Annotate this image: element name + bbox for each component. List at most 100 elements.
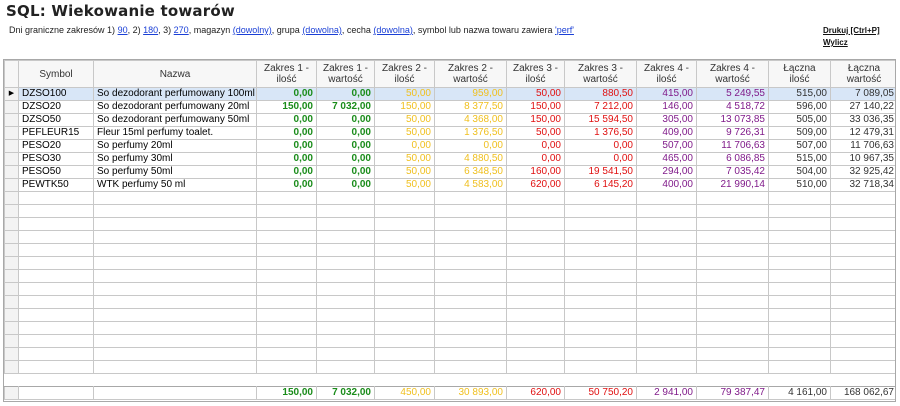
table-cell[interactable] [830,204,895,218]
table-cell[interactable] [830,321,895,335]
column-header[interactable]: Zakres 1 - ilość [256,60,317,88]
table-cell[interactable]: 4 368,00 [434,113,507,127]
table-cell[interactable]: 0,00 [256,178,317,192]
table-cell[interactable]: 0,00 [316,87,375,101]
table-cell[interactable] [93,256,257,270]
table-cell[interactable] [316,308,375,322]
table-cell[interactable]: So perfumy 50ml [93,165,257,179]
table-cell[interactable] [316,347,375,361]
table-cell[interactable] [256,295,317,309]
calculate-link[interactable]: Wylicz [823,37,880,49]
table-cell[interactable] [434,308,507,322]
table-cell[interactable] [564,282,637,296]
table-cell[interactable]: 0,00 [316,165,375,179]
table-cell[interactable] [316,321,375,335]
table-cell[interactable] [434,230,507,244]
table-cell[interactable]: 50,00 [506,87,565,101]
table-cell[interactable] [434,347,507,361]
table-cell[interactable] [18,308,94,322]
table-cell[interactable]: 13 073,85 [696,113,769,127]
table-cell[interactable] [256,308,317,322]
table-cell[interactable] [18,347,94,361]
table-cell[interactable] [768,191,831,205]
table-cell[interactable] [93,282,257,296]
row-selector[interactable] [4,165,19,179]
row-selector[interactable] [4,191,19,205]
table-row[interactable]: DZSO50 So dezodorant perfumowany 50ml 0,00… [4,113,895,127]
table-cell[interactable] [316,243,375,257]
table-cell[interactable] [636,256,697,270]
table-cell[interactable] [830,230,895,244]
data-grid[interactable]: Symbol Nazwa Zakres 1 - ilość Zakres 1 - wa… [3,59,896,402]
table-cell[interactable] [434,321,507,335]
print-link[interactable]: Drukuj [Ctrl+P] [823,25,880,37]
table-cell[interactable] [830,243,895,257]
table-cell[interactable] [93,230,257,244]
table-cell[interactable]: 150,00 [506,113,565,127]
table-cell[interactable]: 305,00 [636,113,697,127]
table-cell[interactable]: 0,00 [374,139,435,153]
table-cell[interactable] [256,282,317,296]
table-cell[interactable]: 11 706,63 [830,139,895,153]
table-cell[interactable]: 50,00 [374,152,435,166]
table-cell[interactable] [768,204,831,218]
table-cell[interactable]: PESO20 [18,139,94,153]
table-cell[interactable] [256,321,317,335]
table-cell[interactable] [374,360,435,374]
table-cell[interactable] [256,243,317,257]
table-row[interactable]: PEFLEUR15 Fleur 15ml perfumy toalet. 0,00 0… [4,126,895,140]
table-cell[interactable] [316,360,375,374]
table-cell[interactable]: 1 376,50 [434,126,507,140]
table-cell[interactable]: 880,50 [564,87,637,101]
column-header[interactable]: Zakres 4 - ilość [636,60,697,88]
table-cell[interactable] [636,243,697,257]
row-selector[interactable] [4,386,19,400]
table-cell[interactable] [18,360,94,374]
table-cell[interactable] [768,295,831,309]
table-row[interactable] [4,334,895,348]
table-row[interactable] [4,347,895,361]
table-cell[interactable] [696,191,769,205]
column-header[interactable]: Zakres 3 - ilość [506,60,565,88]
table-cell[interactable] [506,360,565,374]
table-cell[interactable]: 50,00 [374,113,435,127]
table-cell[interactable] [93,308,257,322]
table-cell[interactable]: 7 089,05 [830,87,895,101]
table-cell[interactable]: 294,00 [636,165,697,179]
table-cell[interactable]: 6 086,85 [696,152,769,166]
table-cell[interactable]: 0,00 [316,152,375,166]
table-cell[interactable] [18,256,94,270]
table-cell[interactable] [830,347,895,361]
table-cell[interactable]: 400,00 [636,178,697,192]
row-selector[interactable] [4,139,19,153]
row-selector[interactable] [4,256,19,270]
column-header[interactable]: Zakres 4 - wartość [696,60,769,88]
column-header[interactable]: Łączna ilość [768,60,831,88]
table-cell[interactable]: So dezodorant perfumowany 50ml [93,113,257,127]
table-cell[interactable] [564,230,637,244]
table-cell[interactable]: 146,00 [636,100,697,114]
table-cell[interactable] [256,217,317,231]
table-cell[interactable] [636,230,697,244]
table-row[interactable] [4,256,895,270]
table-cell[interactable]: 150,00 [506,100,565,114]
table-cell[interactable] [93,334,257,348]
table-cell[interactable] [93,347,257,361]
table-cell[interactable]: 27 140,22 [830,100,895,114]
table-cell[interactable] [374,321,435,335]
table-cell[interactable]: So perfumy 30ml [93,152,257,166]
table-cell[interactable]: DZSO20 [18,100,94,114]
row-selector[interactable] [4,282,19,296]
table-cell[interactable] [506,230,565,244]
table-cell[interactable] [636,269,697,283]
table-cell[interactable]: PEFLEUR15 [18,126,94,140]
table-cell[interactable] [316,204,375,218]
table-cell[interactable] [564,191,637,205]
grupa-link[interactable]: (dowolna) [302,25,342,35]
row-selector[interactable] [4,321,19,335]
table-cell[interactable] [830,295,895,309]
cecha-link[interactable]: (dowolna) [373,25,413,35]
table-cell[interactable] [636,321,697,335]
table-cell[interactable] [18,243,94,257]
table-cell[interactable] [93,360,257,374]
